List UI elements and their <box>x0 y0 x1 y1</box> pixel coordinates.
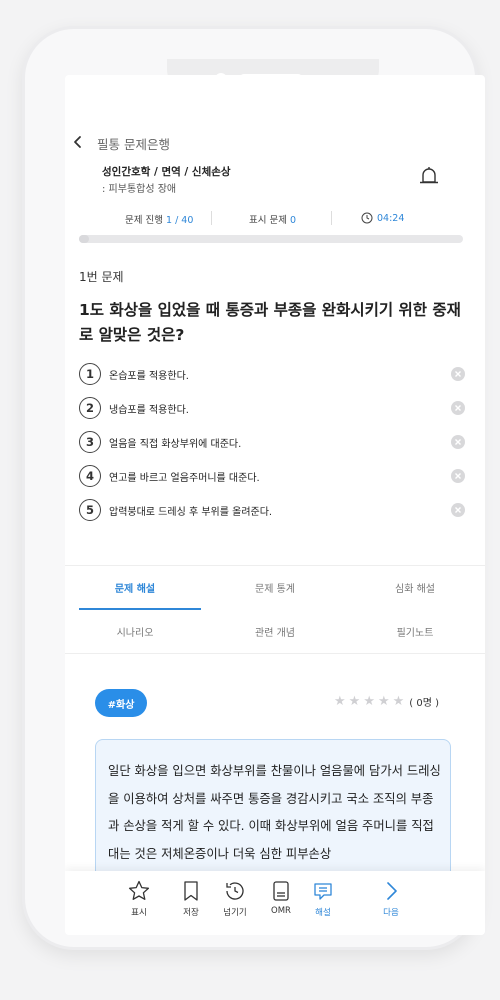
save-label: 저장 <box>183 908 199 918</box>
eliminate-option-icon[interactable] <box>451 367 465 381</box>
chevron-right-icon <box>387 882 397 900</box>
stat-divider <box>211 211 212 225</box>
eliminate-option-icon[interactable] <box>451 503 465 517</box>
rating-stars[interactable]: ★ ★ ★ ★ ★ ( 0명 ) <box>334 694 439 709</box>
option-number: 1 <box>79 363 101 385</box>
answer-option[interactable]: 5 압력붕대로 드레싱 후 부위를 올려준다. <box>79 498 465 522</box>
omr-sheet-icon <box>273 881 289 901</box>
save-button[interactable]: 저장 <box>171 879 211 918</box>
marked-stat: 표시 문제 0 <box>249 212 296 226</box>
answer-option[interactable]: 1 온습포를 적용한다. <box>79 362 465 386</box>
explanation-label: 해설 <box>315 908 331 918</box>
explanation-text: 일단 화상을 입으면 화상부위를 찬물이나 얼음물에 담가서 드레싱을 이용하여… <box>108 764 441 861</box>
answer-option[interactable]: 4 연고를 바르고 얼음주머니를 대준다. <box>79 464 465 488</box>
eliminate-option-icon[interactable] <box>451 469 465 483</box>
option-number: 4 <box>79 465 101 487</box>
tab-explanation[interactable]: 문제 해설 <box>65 580 205 595</box>
progress-label: 문제 진행 <box>125 215 163 226</box>
active-tab-indicator <box>79 608 201 610</box>
topic-tag[interactable]: #화상 <box>95 689 147 717</box>
phone-frame: 필통 문제은행 성인간호학 / 면역 / 신체손상 : 피부통합성 장애 문제 … <box>22 26 485 950</box>
star-icon[interactable]: ★ <box>349 694 361 709</box>
tabs-divider <box>65 653 485 654</box>
progress-bar <box>79 235 463 243</box>
header-title: 필통 문제은행 <box>97 137 170 152</box>
explanation-button[interactable]: 해설 <box>303 879 343 918</box>
option-number: 3 <box>79 431 101 453</box>
course-subtopic: : 피부통합성 장애 <box>102 184 177 195</box>
course-path: 성인간호학 / 면역 / 신체손상 <box>102 166 231 178</box>
progress-value: 1 / 40 <box>166 215 194 226</box>
answer-option[interactable]: 3 얼음을 직접 화상부위에 대준다. <box>79 430 465 454</box>
mark-button[interactable]: 표시 <box>119 879 159 918</box>
mark-label: 표시 <box>131 908 147 918</box>
question-number: 1번 문제 <box>79 270 124 284</box>
star-icon[interactable]: ★ <box>393 694 405 709</box>
option-text: 압력붕대로 드레싱 후 부위를 올려준다. <box>109 506 273 518</box>
option-number: 5 <box>79 499 101 521</box>
star-icon[interactable]: ★ <box>363 694 375 709</box>
rating-count: ( 0명 ) <box>409 698 440 709</box>
star-outline-icon <box>128 880 150 900</box>
skip-button[interactable]: 넘기기 <box>215 879 255 918</box>
option-text: 얼음을 직접 화상부위에 대준다. <box>109 438 242 450</box>
clock-icon <box>361 212 373 224</box>
tabs-divider <box>65 565 485 566</box>
answer-option[interactable]: 2 냉습포를 적용한다. <box>79 396 465 420</box>
option-text: 냉습포를 적용한다. <box>109 404 189 416</box>
timer-value: 04:24 <box>377 212 405 224</box>
speech-bubble-icon <box>314 883 332 900</box>
bookmark-icon <box>184 881 198 901</box>
skip-label: 넘기기 <box>223 908 247 918</box>
star-icon[interactable]: ★ <box>334 694 346 709</box>
marked-value: 0 <box>290 215 297 226</box>
app-screen: 필통 문제은행 성인간호학 / 면역 / 신체손상 : 피부통합성 장애 문제 … <box>65 75 485 935</box>
tab-scenario[interactable]: 시나리오 <box>65 624 205 639</box>
tab-notes[interactable]: 필기노트 <box>345 624 485 639</box>
tab-advanced-explanation[interactable]: 심화 해설 <box>345 580 485 595</box>
eliminate-option-icon[interactable] <box>451 435 465 449</box>
progress-bar-fill <box>79 235 89 243</box>
tab-related-concepts[interactable]: 관련 개념 <box>205 624 345 639</box>
progress-stat: 문제 진행 1 / 40 <box>125 212 193 226</box>
clock-skip-icon <box>226 882 244 900</box>
omr-label: OMR <box>271 906 291 916</box>
omr-button[interactable]: OMR <box>261 879 301 916</box>
stat-divider <box>331 211 332 225</box>
option-text: 온습포를 적용한다. <box>109 370 189 382</box>
option-number: 2 <box>79 397 101 419</box>
next-button[interactable]: 다음 <box>371 879 411 918</box>
back-arrow-icon[interactable] <box>71 135 85 149</box>
marked-label: 표시 문제 <box>249 215 287 226</box>
bell-icon[interactable] <box>418 165 440 189</box>
star-icon[interactable]: ★ <box>378 694 390 709</box>
timer-stat: 04:24 <box>361 212 404 224</box>
question-text: 1도 화상을 입었을 때 통증과 부종을 완화시키기 위한 중재로 알맞은 것은… <box>79 301 461 344</box>
tab-statistics[interactable]: 문제 통계 <box>205 580 345 595</box>
eliminate-option-icon[interactable] <box>451 401 465 415</box>
option-text: 연고를 바르고 얼음주머니를 대준다. <box>109 472 260 484</box>
bottom-toolbar: 표시 저장 넘기기 OMR 해설 다음 <box>65 871 485 935</box>
next-label: 다음 <box>383 908 399 918</box>
